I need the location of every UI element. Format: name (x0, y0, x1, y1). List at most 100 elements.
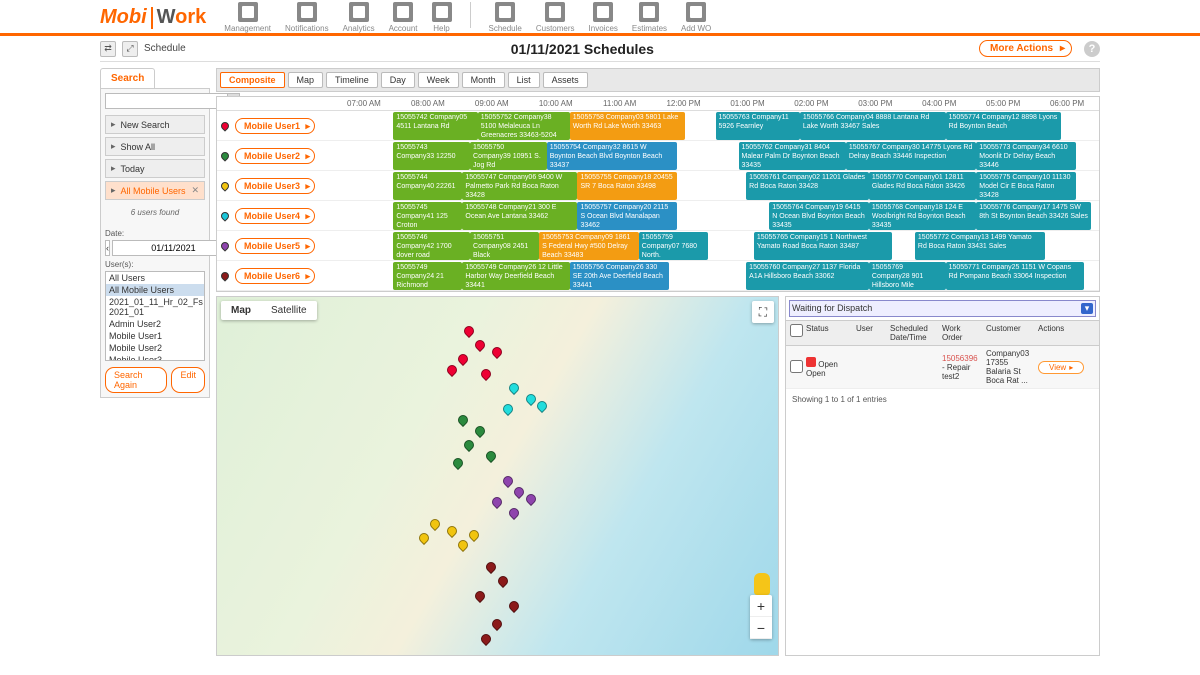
appointment[interactable]: 15055744 Company40 22261 (393, 172, 462, 200)
appointment[interactable]: 15055752 Company38 5100 Melaleuca Ln Gre… (478, 112, 570, 140)
nav-notifications[interactable]: Notifications (285, 2, 329, 33)
map-pin-icon[interactable] (507, 599, 521, 613)
appointment[interactable]: 15055768 Company18 124 E Woolbright Rd B… (869, 202, 976, 230)
appointment[interactable]: 15055753 Company09 1861 S Federal Hwy #5… (539, 232, 639, 260)
appointment[interactable]: 15055757 Company20 2115 S Ocean Blvd Man… (577, 202, 677, 230)
appointment[interactable]: 15055765 Company15 1 Northwest Yamato Ro… (754, 232, 892, 260)
appointment[interactable]: 15055758 Company03 5801 Lake Worth Rd La… (570, 112, 685, 140)
appointment[interactable]: 15055770 Company01 12811 Glades Rd Boca … (869, 172, 976, 200)
map-pin-icon[interactable] (428, 517, 442, 531)
expand-icon[interactable]: ⤢ (122, 41, 138, 57)
appointment[interactable]: 15055769 Company28 901 Hillsboro Mile (869, 262, 946, 290)
appointment[interactable]: 15055775 Company10 11130 Model Cir E Boc… (976, 172, 1076, 200)
map-pin-icon[interactable] (467, 528, 481, 542)
user-option[interactable]: Mobile User2 (106, 342, 204, 354)
dispatch-filter-select[interactable]: Waiting for Dispatch▾ (789, 300, 1096, 317)
map-pin-icon[interactable] (501, 402, 515, 416)
map-pin-icon[interactable] (445, 363, 459, 377)
appointment[interactable]: 15055773 Company34 6610 Moonlit Dr Delra… (976, 142, 1076, 170)
appointment[interactable]: 15055763 Company11 5926 Fearnley (716, 112, 800, 140)
sidebar-new-search[interactable]: ▸New Search (105, 115, 205, 134)
nav-account[interactable]: Account (389, 2, 418, 33)
zoom-in-button[interactable]: + (750, 595, 772, 617)
help-icon[interactable]: ? (1084, 41, 1100, 57)
sidebar-show-all[interactable]: ▸Show All (105, 137, 205, 156)
search-input[interactable] (105, 93, 228, 109)
map-pin-icon[interactable] (462, 324, 476, 338)
map-pin-icon[interactable] (490, 345, 504, 359)
appointment[interactable]: 15055750 Company39 10951 S. Jog Rd (470, 142, 547, 170)
appointment[interactable]: 15055760 Company27 1137 Florida A1A Hill… (746, 262, 869, 290)
user-option[interactable]: All Mobile Users (106, 284, 204, 296)
map-pin-icon[interactable] (484, 560, 498, 574)
sidebar-today[interactable]: ▸Today (105, 159, 205, 178)
appointment[interactable]: 15055746 Company42 1700 dover road (393, 232, 470, 260)
user-button[interactable]: Mobile User5 (235, 238, 315, 254)
tab-month[interactable]: Month (462, 72, 505, 88)
user-option[interactable]: 2021_01_11_Hr_02_Fs 2021_01 (106, 296, 204, 318)
appointment[interactable]: 15055754 Company32 8615 W Boynton Beach … (547, 142, 677, 170)
user-option[interactable]: Admin User2 (106, 318, 204, 330)
nav-management[interactable]: Management (224, 2, 271, 33)
tab-week[interactable]: Week (418, 72, 459, 88)
tab-assets[interactable]: Assets (543, 72, 588, 88)
map-pin-icon[interactable] (417, 531, 431, 545)
appointment[interactable]: 15055743 Company33 12250 (393, 142, 470, 170)
more-actions-button[interactable]: More Actions (979, 40, 1072, 57)
user-option[interactable]: All Users (106, 272, 204, 284)
fullscreen-icon[interactable]: ⛶ (752, 301, 774, 323)
map-pin-icon[interactable] (507, 381, 521, 395)
appointment[interactable]: 15055745 Company41 125 Croton (393, 202, 462, 230)
map-pin-icon[interactable] (479, 367, 493, 381)
map-pin-icon[interactable] (479, 631, 493, 645)
map-type-map[interactable]: Map (221, 301, 261, 320)
appointment[interactable]: 15055751 Company08 2451 Black (470, 232, 539, 260)
appointment[interactable]: 15055762 Company31 8404 Malear Palm Dr B… (739, 142, 846, 170)
map-pin-icon[interactable] (445, 524, 459, 538)
tab-list[interactable]: List (508, 72, 540, 88)
map-pin-icon[interactable] (484, 449, 498, 463)
tab-search[interactable]: Search (100, 68, 155, 88)
nav-help[interactable]: Help (432, 2, 452, 33)
map-pin-icon[interactable] (473, 338, 487, 352)
nav-customers[interactable]: Customers (536, 2, 575, 33)
map-pin-icon[interactable] (501, 474, 515, 488)
appointment[interactable]: 15055749 Company26 12 Little Harbor Way … (462, 262, 569, 290)
appointment[interactable]: 15055771 Company25 1151 W Copans Rd Pomp… (946, 262, 1084, 290)
appointment[interactable]: 15055749 Company24 21 Richmond (393, 262, 462, 290)
appointment[interactable]: 15055756 Company26 330 SE 20th Ave Deerf… (570, 262, 670, 290)
nav-invoices[interactable]: Invoices (589, 2, 618, 33)
tab-composite[interactable]: Composite (220, 72, 285, 88)
user-button[interactable]: Mobile User3 (235, 178, 315, 194)
map-pin-icon[interactable] (523, 492, 537, 506)
user-button[interactable]: Mobile User4 (235, 208, 315, 224)
date-prev-button[interactable]: ‹ (105, 240, 110, 256)
nav-estimates[interactable]: Estimates (632, 2, 667, 33)
edit-button[interactable]: Edit (171, 367, 205, 393)
appointment[interactable]: 15055772 Company13 1499 Yamato Rd Boca R… (915, 232, 1045, 260)
work-order-link[interactable]: 15056396 (942, 354, 978, 363)
appointment[interactable]: 15055776 Company17 1475 SW 8th St Boynto… (976, 202, 1091, 230)
appointment[interactable]: 15055747 Company06 9400 W Palmetto Park … (462, 172, 577, 200)
map-pin-icon[interactable] (495, 574, 509, 588)
user-option[interactable]: Mobile User3 (106, 354, 204, 361)
map-pin-icon[interactable] (473, 424, 487, 438)
close-icon[interactable]: ✕ (191, 185, 199, 196)
appointment[interactable]: 15055755 Company18 20455 SR 7 Boca Raton… (577, 172, 677, 200)
appointment[interactable]: 15055759 Company07 7680 North. (639, 232, 708, 260)
map-pin-icon[interactable] (490, 617, 504, 631)
nav-add wo[interactable]: Add WO (681, 2, 711, 33)
zoom-out-button[interactable]: − (750, 617, 772, 639)
appointment[interactable]: 15055764 Company19 6415 N Ocean Blvd Boy… (769, 202, 869, 230)
nav-schedule[interactable]: Schedule (489, 2, 522, 33)
user-button[interactable]: Mobile User6 (235, 268, 315, 284)
map-pin-icon[interactable] (462, 438, 476, 452)
map-pin-icon[interactable] (512, 485, 526, 499)
tab-map[interactable]: Map (288, 72, 324, 88)
tab-day[interactable]: Day (381, 72, 415, 88)
map-pin-icon[interactable] (451, 456, 465, 470)
pegman-icon[interactable] (754, 573, 770, 595)
map-pin-icon[interactable] (523, 392, 537, 406)
appointment[interactable]: 15055742 Company05 4511 Lantana Rd (393, 112, 477, 140)
map-pin-icon[interactable] (456, 413, 470, 427)
